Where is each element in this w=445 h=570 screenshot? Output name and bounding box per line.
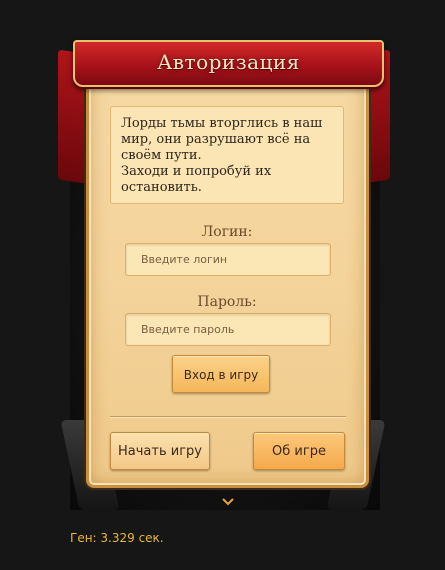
intro-message-line: Заходи и попробуй их xyxy=(121,164,272,179)
start-game-button[interactable]: Начать игру xyxy=(110,432,210,470)
intro-message-line: мир, они разрушают всё на xyxy=(121,132,311,147)
divider xyxy=(110,416,346,417)
login-input[interactable] xyxy=(125,243,331,276)
page-title: Авторизация xyxy=(157,50,300,74)
password-label: Пароль: xyxy=(197,294,257,310)
intro-message-line: остановить. xyxy=(121,180,202,195)
password-input[interactable] xyxy=(125,313,331,346)
intro-message-line: Лорды тьмы вторглись в наш xyxy=(121,116,323,131)
about-game-button[interactable]: Об игре xyxy=(253,432,345,470)
generation-time: Ген: 3.329 сек. xyxy=(70,531,164,545)
login-button[interactable]: Вход в игру xyxy=(172,355,270,393)
chevron-down-icon[interactable] xyxy=(222,498,234,506)
login-label: Логин: xyxy=(201,224,253,240)
title-banner: Авторизация xyxy=(73,40,384,87)
intro-message: Лорды тьмы вторглись в наш мир, они разр… xyxy=(110,106,344,204)
intro-message-line: своём пути. xyxy=(121,148,202,163)
